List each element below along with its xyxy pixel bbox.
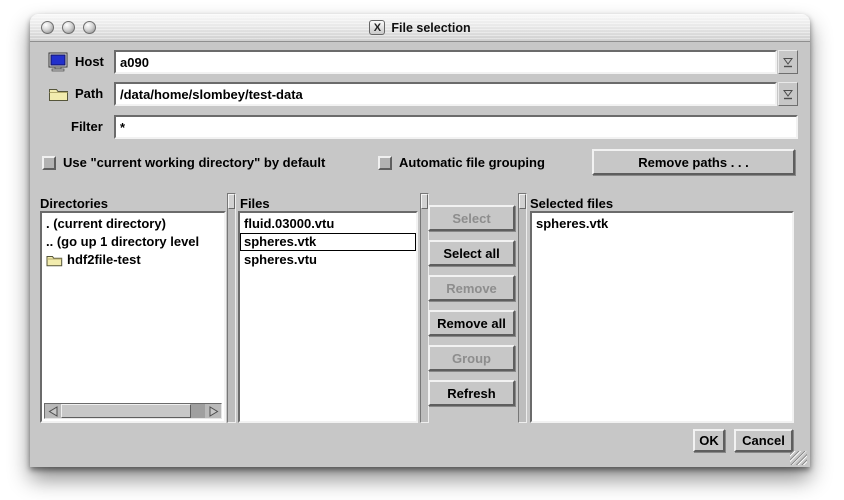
scrollbar-thumb[interactable] (61, 404, 191, 418)
remove-paths-button[interactable]: Remove paths . . . (592, 149, 795, 175)
file-item[interactable]: fluid.03000.vtu (240, 215, 416, 233)
window-controls (41, 21, 96, 34)
selected-files-vertical-scrollbar[interactable] (518, 193, 527, 423)
refresh-button[interactable]: Refresh (428, 380, 515, 406)
files-label: Files (240, 196, 270, 211)
use-cwd-checkbox[interactable] (42, 156, 56, 170)
scrollbar-thumb[interactable] (519, 194, 526, 209)
host-label: Host (75, 50, 104, 74)
host-computer-icon (48, 52, 69, 72)
scrollbar-thumb[interactable] (421, 194, 428, 209)
select-button[interactable]: Select (428, 205, 515, 231)
selected-files-label: Selected files (530, 196, 613, 211)
titlebar[interactable]: X File selection (30, 14, 810, 42)
scroll-left-arrow-icon[interactable] (45, 404, 61, 418)
file-selection-window: X File selection Host Path (30, 14, 810, 467)
select-all-button[interactable]: Select all (428, 240, 515, 266)
auto-grouping-checkbox[interactable] (378, 156, 392, 170)
resize-grip[interactable] (790, 451, 807, 465)
file-item[interactable]: spheres.vtu (240, 251, 416, 269)
scrollbar-thumb[interactable] (228, 194, 235, 209)
remove-button[interactable]: Remove (428, 275, 515, 301)
close-button[interactable] (41, 21, 54, 34)
directory-item[interactable]: hdf2file-test (42, 251, 224, 269)
files-list[interactable]: fluid.03000.vtu spheres.vtk spheres.vtu (238, 211, 418, 423)
window-title-area: X File selection (30, 14, 810, 41)
host-input[interactable] (116, 52, 775, 72)
path-folder-icon (48, 86, 69, 102)
host-dropdown-button[interactable] (778, 50, 798, 74)
path-input[interactable] (116, 84, 775, 104)
filter-input[interactable] (116, 117, 796, 137)
path-label: Path (75, 82, 103, 106)
directories-label: Directories (40, 196, 108, 211)
selected-files-list[interactable]: spheres.vtk (530, 211, 794, 423)
chevron-down-icon (782, 56, 794, 68)
scroll-right-arrow-icon[interactable] (205, 404, 221, 418)
path-dropdown-button[interactable] (778, 82, 798, 106)
directories-horizontal-scrollbar[interactable] (44, 403, 222, 419)
directories-vertical-scrollbar[interactable] (227, 193, 236, 423)
use-cwd-label: Use "current working directory" by defau… (63, 150, 325, 176)
x11-app-icon: X (369, 20, 385, 35)
directory-item[interactable]: . (current directory) (42, 215, 224, 233)
auto-grouping-label: Automatic file grouping (399, 150, 545, 176)
cancel-button[interactable]: Cancel (734, 429, 793, 452)
zoom-button[interactable] (83, 21, 96, 34)
minimize-button[interactable] (62, 21, 75, 34)
filter-label: Filter (71, 115, 103, 139)
directory-item[interactable]: .. (go up 1 directory level (42, 233, 224, 251)
folder-icon (46, 254, 63, 267)
window-title: File selection (391, 21, 470, 35)
selected-file-item[interactable]: spheres.vtk (532, 215, 792, 233)
group-button[interactable]: Group (428, 345, 515, 371)
chevron-down-icon (782, 88, 794, 100)
directories-list[interactable]: . (current directory) .. (go up 1 direct… (40, 211, 226, 423)
file-item-selected[interactable]: spheres.vtk (240, 233, 416, 251)
remove-all-button[interactable]: Remove all (428, 310, 515, 336)
ok-button[interactable]: OK (693, 429, 725, 452)
